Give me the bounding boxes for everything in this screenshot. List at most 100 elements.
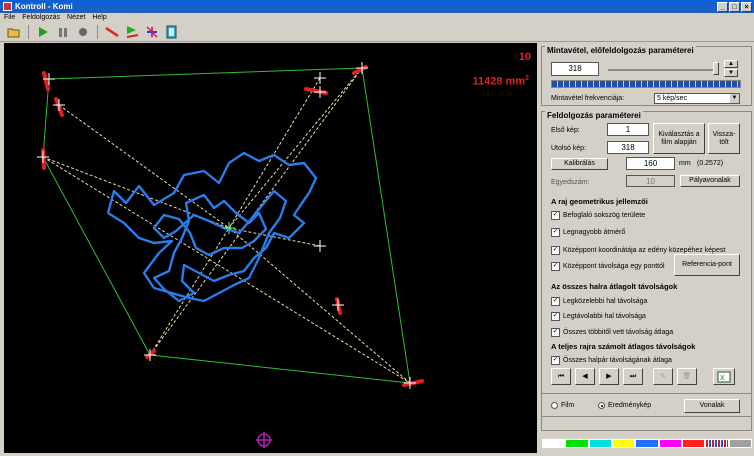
area-unit-exponent: 2 xyxy=(525,75,529,82)
color-swatch[interactable] xyxy=(588,439,612,448)
geometric-section-title: A raj geometrikus jellemzői xyxy=(551,197,648,206)
menu-feldolgozas[interactable]: Feldolgozás xyxy=(22,13,60,23)
stop-icon[interactable] xyxy=(75,24,91,40)
individual-count-label: Egyedszám: xyxy=(551,179,590,186)
svg-text:X: X xyxy=(720,375,725,382)
checkbox-label: Középpont koordinátája az edény közepéhe… xyxy=(563,247,726,254)
radio-result-image[interactable]: Eredménykép xyxy=(598,402,651,409)
frequency-select-value: 5 kép/sec xyxy=(657,95,687,102)
toolbar-separator xyxy=(97,25,98,39)
radio-dot xyxy=(598,402,605,409)
calibrate-button[interactable]: Kalibrálás xyxy=(551,158,608,170)
pause-icon[interactable] xyxy=(55,24,71,40)
red-line-tool-icon[interactable] xyxy=(104,24,120,40)
spin-up-button[interactable]: ▲ xyxy=(724,60,738,68)
reference-point-button[interactable]: Referencia-pont xyxy=(674,254,740,276)
frequency-label: Mintavétel frekvenciája: xyxy=(551,95,625,102)
color-swatch[interactable] xyxy=(565,439,589,448)
settings-panel: Mintavétel, előfeldolgozás paraméterei 3… xyxy=(540,43,753,455)
next-frame-button[interactable]: ▶ xyxy=(599,368,619,385)
checkbox-average-distance[interactable]: ✓ Összes többitől vett távolság átlaga xyxy=(551,328,673,337)
color-swatch[interactable] xyxy=(728,439,752,448)
play-icon[interactable] xyxy=(35,24,51,40)
checkbox-enclosing-polygon-area[interactable]: ✓ Befoglaló sokszög területe xyxy=(551,211,645,220)
checkbox-label: Befoglaló sokszög területe xyxy=(563,212,646,219)
reference-point-marker xyxy=(256,432,272,448)
last-frame-field[interactable]: 318 xyxy=(607,141,649,154)
toolbar-separator xyxy=(28,25,29,39)
trash-icon: 🗑 xyxy=(682,372,692,380)
minimize-button[interactable]: _ xyxy=(717,1,728,12)
title-bar: Kontroll - Komi _ □ × xyxy=(0,0,754,13)
checkmark-icon: ✓ xyxy=(551,328,560,337)
color-swatch[interactable] xyxy=(681,439,706,448)
green-red-tool-icon[interactable] xyxy=(124,24,140,40)
area-unit: mm xyxy=(505,75,526,88)
display-mode-group: Film Eredménykép Vonalak xyxy=(541,393,752,417)
first-frame-field[interactable]: 1 xyxy=(607,123,649,136)
reload-button[interactable]: Vissza-tölt xyxy=(708,123,740,154)
excel-export-button[interactable]: X xyxy=(713,368,735,385)
checkmark-icon: ✓ xyxy=(551,356,560,365)
edit-tool-button[interactable]: ✎ xyxy=(653,368,673,385)
checkmark-icon: ✓ xyxy=(551,297,560,306)
prev-frame-button[interactable]: ◀ xyxy=(575,368,595,385)
sampling-value-field[interactable]: 318 xyxy=(551,62,599,76)
calibration-value-field[interactable]: 160 xyxy=(626,157,675,170)
delete-button[interactable]: 🗑 xyxy=(677,368,697,385)
maximize-button[interactable]: □ xyxy=(729,1,740,12)
skip-forward-icon: ⏭ xyxy=(629,372,637,380)
fish-markers xyxy=(41,65,424,387)
menu-bar: File Feldolgozás Nézet Help xyxy=(0,13,754,23)
radio-dot xyxy=(551,402,558,409)
step-forward-icon: ▶ xyxy=(606,372,612,380)
first-frame-button[interactable]: ⏮ xyxy=(551,368,571,385)
color-swatch[interactable] xyxy=(611,439,636,448)
select-by-film-button[interactable]: Kiválasztás a film alapján xyxy=(653,123,705,154)
color-swatch-bar xyxy=(542,439,752,448)
step-back-icon: ◀ xyxy=(582,372,588,380)
checkbox-label: Összes halpár távolságának átlaga xyxy=(563,357,672,364)
spin-down-button[interactable]: ▼ xyxy=(724,69,738,77)
checkbox-largest-diameter[interactable]: ✓ Legnagyobb átmérő xyxy=(551,228,625,237)
calibration-ratio: (0.2572) xyxy=(697,160,724,167)
area-label: 11428 mm2 xyxy=(472,75,529,88)
cross-tool-icon[interactable] xyxy=(144,24,160,40)
tracking-canvas[interactable]: 10 11428 mm2 xyxy=(4,43,537,453)
checkbox-label: Legtávolabbi hal távolsága xyxy=(563,313,646,320)
close-button[interactable]: × xyxy=(741,1,752,12)
skip-back-icon: ⏮ xyxy=(557,372,565,380)
trajectories-button[interactable]: Pályavonalak xyxy=(680,175,740,187)
last-frame-button[interactable]: ⏭ xyxy=(623,368,643,385)
sampling-group: Mintavétel, előfeldolgozás paraméterei 3… xyxy=(541,46,752,106)
checkmark-icon: ✓ xyxy=(551,262,560,271)
export-icon[interactable] xyxy=(164,24,180,40)
checkmark-icon: ✓ xyxy=(551,246,560,255)
color-swatch[interactable] xyxy=(635,439,659,448)
checkbox-center-distance[interactable]: ✓ Középpont távolsága egy ponttól xyxy=(551,262,665,271)
processing-group: Feldolgozás paraméterei Első kép: 1 Utol… xyxy=(541,111,752,431)
app-icon xyxy=(3,2,12,11)
open-folder-icon[interactable] xyxy=(6,24,22,40)
checkbox-nearest-fish[interactable]: ✓ Legközelebbi hal távolsága xyxy=(551,297,647,306)
toolbar xyxy=(0,23,754,42)
sampling-group-title: Mintavétel, előfeldolgozás paraméterei xyxy=(545,46,696,55)
sampling-slider-thumb[interactable] xyxy=(713,62,719,75)
checkbox-label: Összes többitől vett távolság átlaga xyxy=(563,329,674,336)
radio-label: Eredménykép xyxy=(608,402,652,409)
checkbox-pair-distance-average[interactable]: ✓ Összes halpár távolságának átlaga xyxy=(551,356,672,365)
menu-help[interactable]: Help xyxy=(92,13,106,23)
menu-nezet[interactable]: Nézet xyxy=(67,13,85,23)
color-swatch[interactable] xyxy=(542,439,566,448)
color-swatch[interactable] xyxy=(658,439,682,448)
frequency-select[interactable]: 5 kép/sec ▼ xyxy=(654,93,740,104)
sampling-progress-bar xyxy=(551,80,741,88)
checkmark-icon: ✓ xyxy=(551,211,560,220)
chevron-down-icon[interactable]: ▼ xyxy=(730,94,739,103)
checkbox-farthest-fish[interactable]: ✓ Legtávolabbi hal távolsága xyxy=(551,312,646,321)
window-title: Kontroll - Komi xyxy=(15,2,73,11)
color-swatch[interactable] xyxy=(705,439,729,448)
lines-button[interactable]: Vonalak xyxy=(684,399,740,413)
radio-film[interactable]: Film xyxy=(551,402,574,409)
menu-file[interactable]: File xyxy=(4,13,15,23)
